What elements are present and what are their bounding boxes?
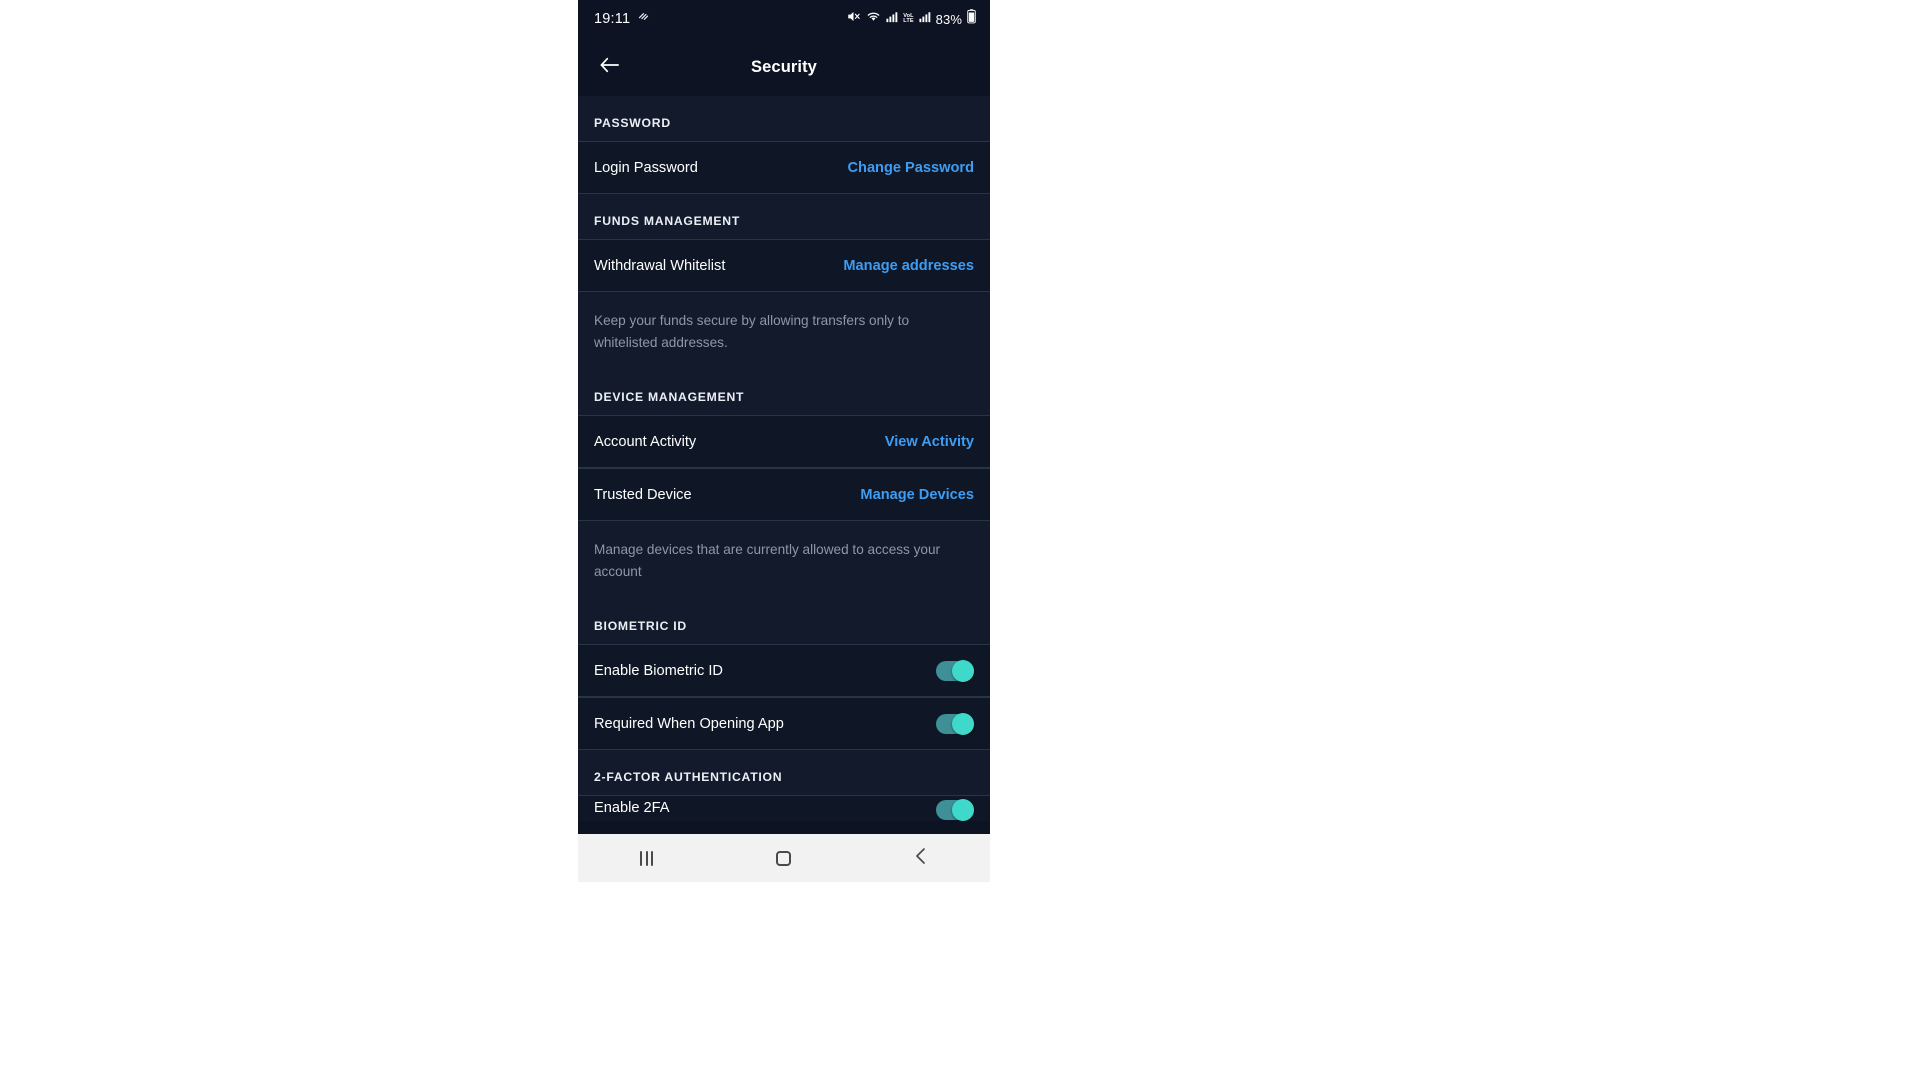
app-bar: Security <box>578 38 990 96</box>
signal-bars-secondary-icon <box>919 10 931 28</box>
back-button[interactable] <box>592 49 628 85</box>
settings-row-label: Login Password <box>594 159 698 176</box>
mute-icon <box>846 9 861 29</box>
signal-bars-icon <box>886 10 898 28</box>
settings-row-label: Account Activity <box>594 433 697 450</box>
battery-percent-label: 83% <box>935 11 962 27</box>
vibrate-icon <box>637 10 650 28</box>
toggle-knob <box>952 799 974 822</box>
battery-icon <box>967 9 976 29</box>
settings-row-action-link[interactable]: View Activity <box>885 434 974 450</box>
settings-row-label: Required When Opening App <box>594 715 784 732</box>
status-time: 19:11 <box>594 11 631 27</box>
settings-row-toggle[interactable] <box>936 799 974 822</box>
settings-row-action-link[interactable]: Change Password <box>847 160 974 176</box>
home-icon <box>776 850 792 866</box>
settings-row-label: Enable 2FA <box>594 800 670 817</box>
settings-row[interactable]: Login Password Change Password <box>578 141 990 194</box>
nav-home-button[interactable] <box>754 834 814 882</box>
nav-recents-button[interactable] <box>617 834 677 882</box>
section-header: 2-FACTOR AUTHENTICATION <box>578 750 990 796</box>
settings-row-label: Enable Biometric ID <box>594 662 723 679</box>
arrow-left-icon <box>599 56 621 79</box>
section-header: FUNDS MANAGEMENT <box>578 194 990 239</box>
settings-row[interactable]: Enable 2FA <box>578 795 990 822</box>
settings-row-action-link[interactable]: Manage addresses <box>843 258 974 274</box>
settings-row-toggle[interactable] <box>936 659 974 682</box>
security-settings-list[interactable]: PASSWORD Login Password Change Password FUN… <box>578 96 990 822</box>
nav-back-icon <box>914 846 928 871</box>
settings-row-label: Withdrawal Whitelist <box>594 257 726 274</box>
section-helper-text: Keep your funds secure by allowing trans… <box>578 292 990 371</box>
settings-row-toggle[interactable] <box>936 712 974 735</box>
toggle-knob <box>952 659 974 682</box>
toggle-knob <box>952 712 974 735</box>
screenshot-canvas: 19:11 VoL LTE 83% Security PASSWORD Logi… <box>0 0 1920 1080</box>
section-header: BIOMETRIC ID <box>578 599 990 645</box>
section-header: DEVICE MANAGEMENT <box>578 370 990 416</box>
recents-icon <box>640 850 654 866</box>
settings-row-action-link[interactable]: Manage Devices <box>860 487 974 503</box>
volte-icon: VoL LTE <box>903 13 914 24</box>
section-helper-text: Manage devices that are currently allowe… <box>578 521 990 600</box>
settings-row-label: Trusted Device <box>594 486 692 503</box>
settings-row[interactable]: Account Activity View Activity <box>578 415 990 469</box>
settings-row[interactable]: Trusted Device Manage Devices <box>578 468 990 522</box>
status-bar: 19:11 VoL LTE 83% <box>578 0 990 38</box>
nav-back-button[interactable] <box>891 834 951 882</box>
section-header: PASSWORD <box>578 96 990 141</box>
settings-row[interactable]: Withdrawal Whitelist Manage addresses <box>578 239 990 292</box>
settings-row[interactable]: Required When Opening App <box>578 697 990 751</box>
page-title: Security <box>751 57 817 76</box>
android-nav-bar <box>578 834 990 882</box>
status-bar-left: 19:11 <box>594 10 650 28</box>
status-bar-right: VoL LTE 83% <box>846 9 976 29</box>
settings-row[interactable]: Enable Biometric ID <box>578 644 990 698</box>
wifi-icon <box>866 10 881 28</box>
phone-screen: 19:11 VoL LTE 83% Security PASSWORD Logi… <box>578 0 990 882</box>
